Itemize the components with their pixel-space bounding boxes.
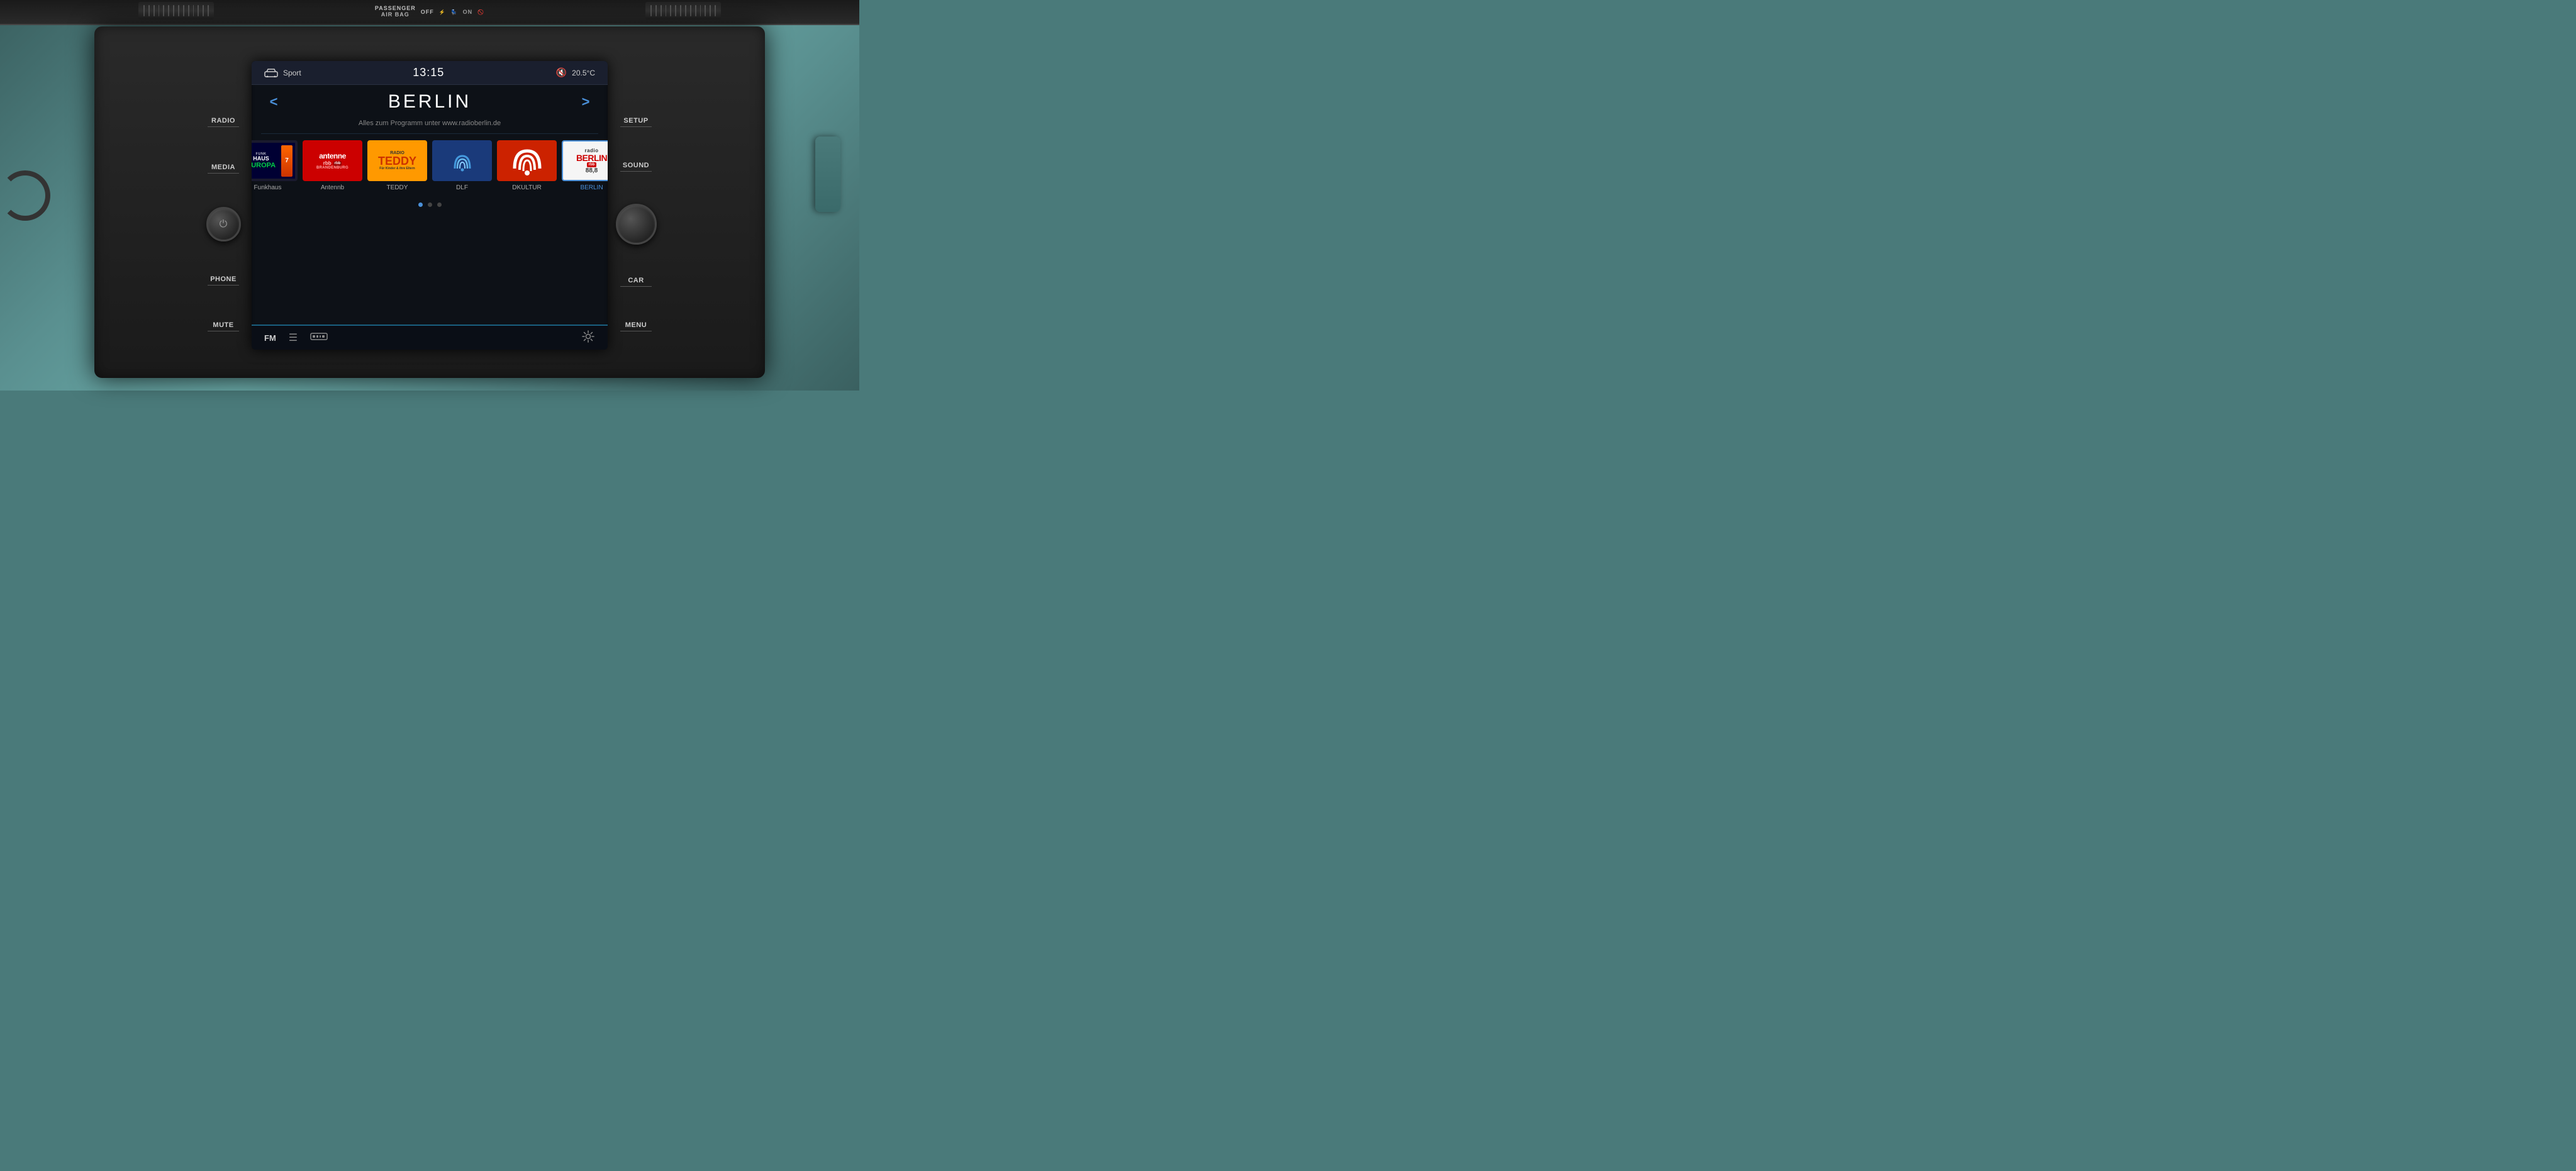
car-icon — [264, 69, 278, 77]
preset-dlf[interactable]: DLF — [432, 140, 492, 191]
scan-icon[interactable] — [310, 331, 328, 345]
door-handle — [815, 136, 840, 212]
right-panel: SETUP SOUND CAR MENU — [611, 102, 661, 347]
vent-right — [645, 2, 721, 19]
settings-icon[interactable] — [581, 330, 595, 347]
media-button[interactable]: MEDIA — [208, 161, 239, 176]
dkultur-logo-svg — [508, 143, 546, 178]
console-frame: RADIO MEDIA ⏻ PHONE MUTE — [94, 26, 765, 378]
volume-knob[interactable] — [616, 204, 657, 245]
band-label: FM — [264, 333, 276, 343]
preset-antenne[interactable]: antenne rbb rbb BRANDENBURG Antennb — [303, 140, 362, 191]
dot-3[interactable] — [437, 203, 442, 207]
airbag-label: PASSENGER AIR BAG OFF ⚡ 💺 ON 🚫 — [375, 6, 484, 18]
setup-button[interactable]: SETUP — [620, 114, 652, 130]
dlf-logo-svg — [443, 147, 481, 175]
preset-dkultur[interactable]: DKULTUR — [497, 140, 557, 191]
preset-dkultur-label: DKULTUR — [512, 184, 541, 191]
preset-antenne-label: Antennb — [321, 184, 344, 191]
vent-left — [138, 2, 214, 19]
station-url: Alles zum Programm unter www.radioberlin… — [359, 119, 501, 127]
car-interior: PASSENGER AIR BAG OFF ⚡ 💺 ON 🚫 RADIO MED… — [0, 0, 859, 391]
topbar-right: 🔇 20.5°C — [556, 67, 595, 78]
clock: 13:15 — [413, 66, 444, 79]
next-station-button[interactable]: > — [576, 94, 595, 110]
station-nav-row: < BERLIN > — [252, 85, 608, 116]
radio-button[interactable]: RADIO — [208, 114, 239, 130]
temperature: 20.5°C — [572, 69, 595, 77]
phone-button[interactable]: PHONE — [208, 273, 239, 288]
preset-funkhaus[interactable]: FUNK HAUS EUROPA 7 Funkhaus — [252, 140, 298, 191]
power-icon: ⏻ — [220, 219, 228, 230]
screen-topbar: Sport 13:15 🔇 20.5°C — [252, 61, 608, 85]
topbar-left: Sport — [264, 69, 301, 77]
dot-1[interactable] — [418, 203, 423, 207]
station-name: BERLIN — [283, 91, 576, 113]
sound-icon: 🔇 — [556, 67, 567, 78]
prev-station-button[interactable]: < — [264, 94, 283, 110]
top-header: PASSENGER AIR BAG OFF ⚡ 💺 ON 🚫 — [0, 0, 859, 25]
scan-icon-svg — [310, 331, 328, 342]
preset-berlin[interactable]: radio BERLIN rbb 88,8 BERLIN — [562, 140, 608, 191]
preset-teddy[interactable]: RADIO TEDDY Für Kinder & ihre Eltern TED… — [367, 140, 427, 191]
preset-teddy-label: TEDDY — [387, 184, 408, 191]
page-dots — [252, 197, 608, 212]
preset-dlf-label: DLF — [456, 184, 468, 191]
preset-berlin-label: BERLIN — [580, 184, 603, 191]
screen-bottombar: FM ☰ — [252, 325, 608, 350]
preset-funkhaus-label: Funkhaus — [254, 184, 282, 191]
station-url-area: Alles zum Programm unter www.radioberlin… — [252, 116, 608, 133]
settings-icon-svg — [581, 330, 595, 343]
menu-button[interactable]: MENU — [620, 319, 652, 334]
drive-mode: Sport — [283, 69, 301, 77]
power-knob[interactable]: ⏻ — [206, 207, 241, 241]
infotainment-screen: Sport 13:15 🔇 20.5°C < BERLIN > Alle — [252, 61, 608, 350]
car-button[interactable]: CAR — [620, 274, 652, 289]
bottom-left-controls: FM ☰ — [264, 331, 328, 345]
dot-2[interactable] — [428, 203, 432, 207]
presets-area: FUNK HAUS EUROPA 7 Funkhaus — [252, 134, 608, 197]
mute-button[interactable]: MUTE — [208, 319, 239, 334]
sound-button[interactable]: SOUND — [620, 159, 652, 174]
list-icon[interactable]: ☰ — [289, 331, 298, 344]
steering-wheel-hint — [0, 170, 50, 221]
left-panel: RADIO MEDIA ⏻ PHONE MUTE — [198, 102, 248, 347]
